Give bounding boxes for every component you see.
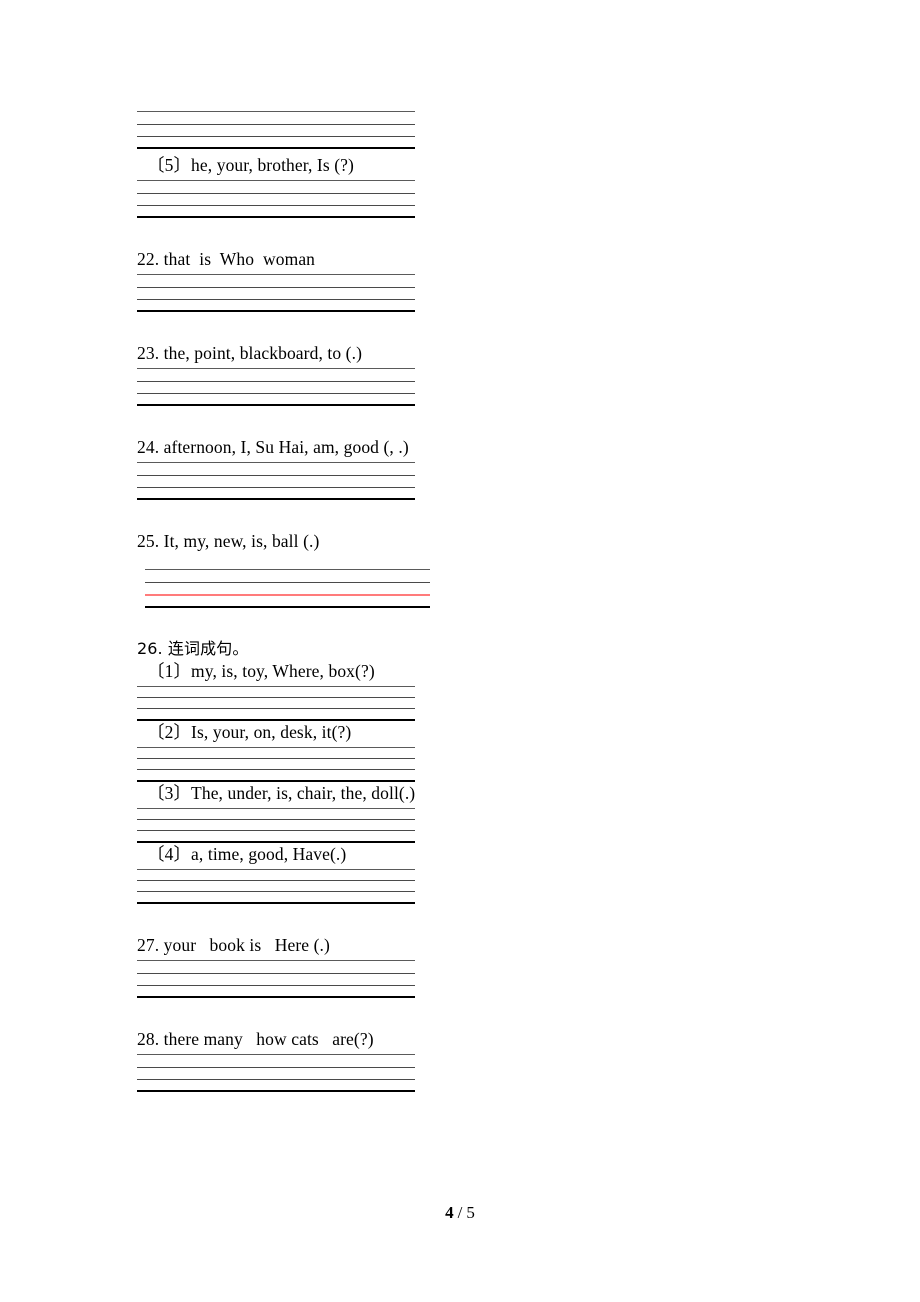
question-item-28: 28. there many how cats are(?) xyxy=(137,1029,374,1050)
question-item-26-heading: 26. 连词成句。 xyxy=(137,639,249,659)
answer-lines-item-24[interactable] xyxy=(137,462,837,501)
answer-lines-item-25[interactable] xyxy=(145,569,430,609)
answer-lines-item-26-3[interactable] xyxy=(137,807,837,843)
question-item-26-4: 〔4〕a, time, good, Have(.) xyxy=(147,843,347,864)
answer-lines-item-26-2[interactable] xyxy=(137,746,837,782)
answer-rule-bold xyxy=(137,1090,415,1093)
question-item-25: 25. It, my, new, is, ball (.) xyxy=(137,531,320,552)
answer-lines-item-26-1[interactable] xyxy=(137,685,837,721)
worksheet-page: 〔5〕he, your, brother, Is (?) 22. that is… xyxy=(0,0,920,1302)
question-item-26-1: 〔1〕my, is, toy, Where, box(?) xyxy=(147,660,375,681)
answer-lines-item-22[interactable] xyxy=(137,274,837,313)
question-item-22: 22. that is Who woman xyxy=(137,249,316,270)
worksheet-content: 〔5〕he, your, brother, Is (?) 22. that is… xyxy=(137,0,837,1093)
page-number-current: 4 xyxy=(445,1203,454,1222)
answer-lines-item-28[interactable] xyxy=(137,1054,837,1093)
answer-lines-item-23[interactable] xyxy=(137,368,837,407)
question-item-27: 27. your book is Here (.) xyxy=(137,934,330,955)
answer-lines-item-27[interactable] xyxy=(137,960,837,999)
question-item-5: 〔5〕he, your, brother, Is (?) xyxy=(147,155,354,175)
answer-lines-previous-item[interactable] xyxy=(137,111,837,149)
question-item-23: 23. the, point, blackboard, to (.) xyxy=(137,343,363,364)
page-number-total: 5 xyxy=(466,1203,475,1222)
page-number-separator: / xyxy=(457,1203,463,1222)
question-item-24: 24. afternoon, I, Su Hai, am, good (, .) xyxy=(137,437,409,458)
answer-lines-item-26-4[interactable] xyxy=(137,868,837,904)
page-footer: 4/5 xyxy=(0,1203,920,1223)
answer-lines-item-5[interactable] xyxy=(137,180,837,219)
question-item-26-2: 〔2〕Is, your, on, desk, it(?) xyxy=(147,721,352,742)
question-item-26-3: 〔3〕The, under, is, chair, the, doll(.) xyxy=(147,782,416,803)
